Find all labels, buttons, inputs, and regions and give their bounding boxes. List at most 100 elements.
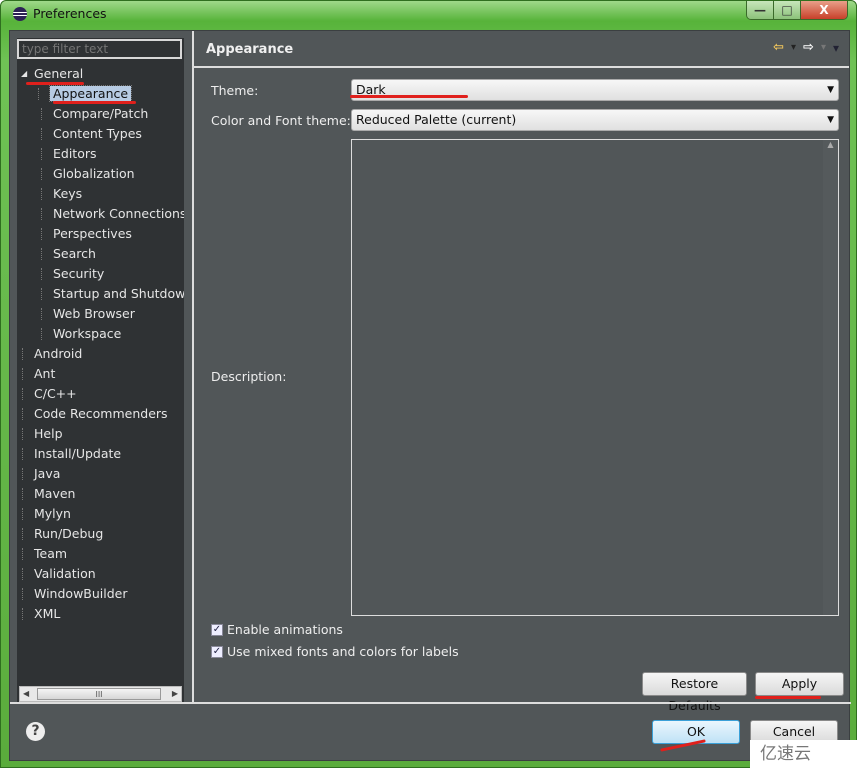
annotation-mark [350, 95, 468, 98]
description-area[interactable]: ▲ [351, 139, 839, 616]
apply-button[interactable]: Apply [755, 672, 844, 696]
tree-item-label: Appearance [48, 85, 133, 102]
tree-connector [22, 568, 23, 580]
tree-item[interactable]: Editors [53, 144, 97, 164]
tree-item[interactable]: Validation [34, 564, 96, 584]
close-button[interactable]: X [801, 1, 847, 19]
color-font-theme-select[interactable]: Reduced Palette (current) ▼ [351, 109, 839, 131]
horizontal-scrollbar[interactable]: ◀ III ▶ [19, 686, 182, 702]
tree-connector [41, 188, 42, 200]
checkbox-checked-icon[interactable]: ✓ [211, 623, 223, 636]
page-title: Appearance [206, 42, 294, 57]
tree-item[interactable]: Team [34, 544, 67, 564]
annotation-mark [755, 696, 821, 699]
tree-item-label: Mylyn [34, 506, 71, 521]
tree-item-label: Team [34, 546, 68, 561]
tree-item[interactable]: XML [34, 604, 60, 624]
tree-item-label: Editors [53, 146, 97, 161]
tree-item[interactable]: Java [34, 464, 60, 484]
enable-animations-checkbox[interactable]: ✓ Enable animations [211, 622, 343, 637]
filter-input[interactable] [17, 39, 182, 59]
dropdown-arrow-icon: ▼ [827, 85, 834, 95]
tree-connector [22, 508, 23, 520]
tree-item[interactable]: Maven [34, 484, 75, 504]
tree-connector [22, 608, 23, 620]
color-font-theme-label: Color and Font theme: [211, 113, 351, 128]
tree-item-label: Workspace [53, 326, 122, 341]
back-menu-icon[interactable]: ▾ [791, 42, 796, 53]
tree-item[interactable]: Startup and Shutdown [53, 284, 184, 304]
tree-item[interactable]: Keys [53, 184, 82, 204]
maximize-button[interactable]: □ [774, 1, 801, 19]
tree-connector [38, 88, 39, 100]
tree-item-label: WindowBuilder [34, 586, 128, 601]
tree-connector [41, 328, 42, 340]
tree-item-label: Keys [53, 186, 83, 201]
restore-defaults-button[interactable]: Restore Defaults [642, 672, 747, 713]
expand-toggle-icon[interactable]: ◢ [21, 64, 27, 84]
tree-item-label: Globalization [53, 166, 135, 181]
tree-item-label: General [34, 66, 84, 81]
tree-connector [41, 288, 42, 300]
tree-item-label: Java [34, 466, 61, 481]
tree-item-label: Maven [34, 486, 76, 501]
tree-item-label: Help [34, 426, 63, 441]
tree-item[interactable]: Code Recommenders [34, 404, 168, 424]
tree-connector [41, 308, 42, 320]
mixed-fonts-checkbox[interactable]: ✓ Use mixed fonts and colors for labels [211, 644, 459, 659]
tree-item[interactable]: Help [34, 424, 63, 444]
color-font-theme-value: Reduced Palette (current) [356, 112, 517, 127]
page-header: Appearance ⇦ ▾ ⇨ ▾ ▾ [194, 31, 849, 68]
tree-item-label: Search [53, 246, 96, 261]
tree-item-label: Compare/Patch [53, 106, 149, 121]
tree-item[interactable]: Network Connections [53, 204, 184, 224]
tree-item[interactable]: Content Types [53, 124, 142, 144]
scroll-right-icon[interactable]: ▶ [172, 687, 178, 701]
mixed-fonts-label: Use mixed fonts and colors for labels [227, 644, 459, 659]
tree-item-label: Code Recommenders [34, 406, 168, 421]
checkbox-checked-icon[interactable]: ✓ [211, 645, 223, 658]
divider [10, 702, 851, 704]
tree-item[interactable]: Android [34, 344, 82, 364]
tree-item[interactable]: Search [53, 244, 96, 264]
tree-item-label: XML [34, 606, 61, 621]
tree-item[interactable]: C/C++ [34, 384, 77, 404]
tree-item-label: Run/Debug [34, 526, 104, 541]
vertical-scrollbar[interactable]: ▲ [823, 140, 838, 615]
tree-connector [22, 368, 23, 380]
tree-item[interactable]: Compare/Patch [53, 104, 148, 124]
preferences-tree: ◢ General Appearance Compare/Patch Content T… [17, 64, 184, 686]
minimize-button[interactable]: — [747, 1, 774, 19]
tree-item[interactable]: Run/Debug [34, 524, 103, 544]
preference-page: Appearance ⇦ ▾ ⇨ ▾ ▾ Theme: Dark ▼ Color … [194, 31, 849, 713]
tree-item-label: Perspectives [53, 226, 132, 241]
tree-item-label: Security [53, 266, 105, 281]
tree-item[interactable]: WindowBuilder [34, 584, 128, 604]
forward-arrow-icon[interactable]: ⇨ [803, 40, 814, 55]
tree-connector [41, 148, 42, 160]
tree-connector [22, 448, 23, 460]
dropdown-arrow-icon: ▼ [827, 115, 834, 125]
view-menu-icon[interactable]: ▾ [833, 41, 839, 55]
tree-item-label: Startup and Shutdown [53, 286, 184, 301]
tree-item[interactable]: Security [53, 264, 104, 284]
annotation-mark [53, 101, 136, 104]
tree-item[interactable]: Mylyn [34, 504, 71, 524]
scroll-left-icon[interactable]: ◀ [23, 687, 29, 701]
tree-item[interactable]: General [34, 64, 83, 84]
tree-connector [41, 248, 42, 260]
tree-item[interactable]: Web Browser [53, 304, 135, 324]
tree-item-label: Ant [34, 366, 56, 381]
tree-item[interactable]: Perspectives [53, 224, 132, 244]
tree-item[interactable]: Workspace [53, 324, 121, 344]
tree-item[interactable]: Install/Update [34, 444, 121, 464]
tree-item[interactable]: Globalization [53, 164, 135, 184]
dialog-body: ◢ General Appearance Compare/Patch Content T… [9, 30, 851, 761]
annotation-mark [26, 82, 84, 85]
tree-item[interactable]: Ant [34, 364, 55, 384]
back-arrow-icon[interactable]: ⇦ [773, 40, 784, 55]
scroll-thumb[interactable]: III [37, 688, 161, 700]
help-icon[interactable]: ? [26, 722, 45, 741]
tree-item-label: Validation [34, 566, 96, 581]
forward-menu-icon[interactable]: ▾ [821, 42, 826, 53]
